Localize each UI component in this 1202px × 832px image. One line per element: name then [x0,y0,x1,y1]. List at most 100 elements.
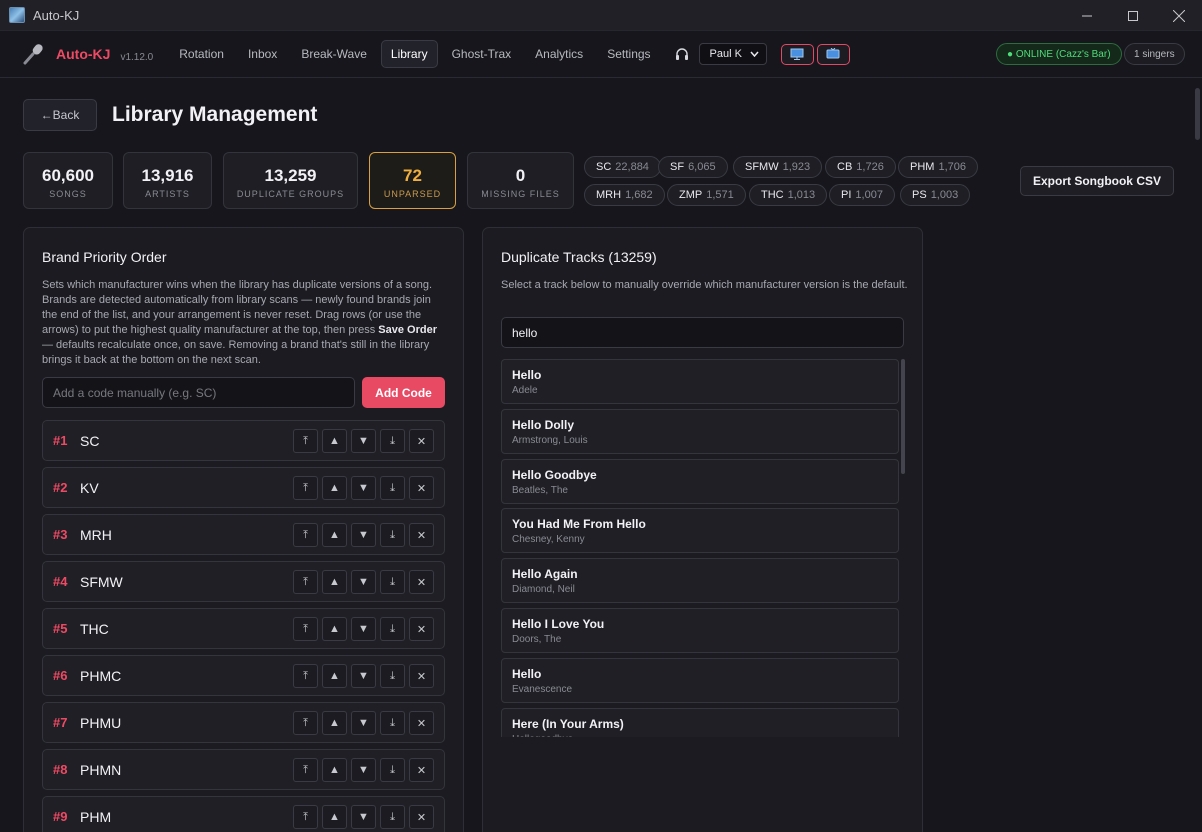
duplicate-track-item[interactable]: Hello I Love You Doors, The [501,608,899,653]
move-down-button[interactable]: ▼ [351,570,376,594]
tab-inbox[interactable]: Inbox [238,40,287,68]
brand-priority-row[interactable]: #6 PHMC ⤒ ▲ ▼ ⤓ ✕ [42,655,445,696]
tab-library[interactable]: Library [380,40,438,68]
move-top-button[interactable]: ⤒ [293,476,318,500]
brand-priority-row[interactable]: #2 KV ⤒ ▲ ▼ ⤓ ✕ [42,467,445,508]
window-title: Auto-KJ [33,7,80,23]
move-top-button[interactable]: ⤒ [293,711,318,735]
brand-priority-row[interactable]: #1 SC ⤒ ▲ ▼ ⤓ ✕ [42,420,445,461]
move-down-button[interactable]: ▼ [351,664,376,688]
remove-brand-button[interactable]: ✕ [409,429,434,453]
move-up-button[interactable]: ▲ [322,570,347,594]
stat-duplicate-groups[interactable]: 13,259 DUPLICATE GROUPS [223,152,358,209]
mic-icon [23,44,43,65]
brand-code: PHMC [80,667,122,684]
move-bottom-button[interactable]: ⤓ [380,523,405,547]
stat-unparsed[interactable]: 72 UNPARSED [369,152,456,209]
track-title: Hello Dolly [512,417,575,432]
move-top-button[interactable]: ⤒ [293,429,318,453]
remove-brand-button[interactable]: ✕ [409,805,434,829]
move-top-button[interactable]: ⤒ [293,758,318,782]
duplicate-track-item[interactable]: You Had Me From Hello Chesney, Kenny [501,508,899,554]
maximize-button[interactable] [1110,0,1156,31]
remove-brand-button[interactable]: ✕ [409,570,434,594]
move-up-button[interactable]: ▲ [322,664,347,688]
move-up-button[interactable]: ▲ [322,711,347,735]
close-icon [1173,9,1185,22]
stat-label: UNPARSED [383,189,442,199]
move-bottom-button[interactable]: ⤓ [380,711,405,735]
move-up-button[interactable]: ▲ [322,429,347,453]
move-up-button[interactable]: ▲ [322,805,347,829]
brand-code: PHM [80,808,112,825]
brand-priority-row[interactable]: #8 PHMN ⤒ ▲ ▼ ⤓ ✕ [42,749,445,790]
remove-brand-button[interactable]: ✕ [409,664,434,688]
remove-brand-button[interactable]: ✕ [409,617,434,641]
move-bottom-button[interactable]: ⤓ [380,805,405,829]
page-scrollbar[interactable] [1195,88,1200,140]
move-top-button[interactable]: ⤒ [293,664,318,688]
move-down-button[interactable]: ▼ [351,617,376,641]
add-code-input[interactable] [42,377,355,408]
move-top-button[interactable]: ⤒ [293,523,318,547]
row-controls: ⤒ ▲ ▼ ⤓ ✕ [289,805,434,829]
singer-display-button[interactable] [780,43,814,65]
brand-priority-row[interactable]: #4 SFMW ⤒ ▲ ▼ ⤓ ✕ [42,561,445,602]
brand-priority-row[interactable]: #3 MRH ⤒ ▲ ▼ ⤓ ✕ [42,514,445,555]
brand-priority-row[interactable]: #9 PHM ⤒ ▲ ▼ ⤓ ✕ [42,796,445,832]
duplicate-track-item[interactable]: Hello Adele [501,359,899,404]
minimize-button[interactable] [1064,0,1110,31]
remove-brand-button[interactable]: ✕ [409,523,434,547]
brand-chip: PI 1,007 [829,184,895,206]
brand-priority-row[interactable]: #7 PHMU ⤒ ▲ ▼ ⤓ ✕ [42,702,445,743]
move-bottom-button[interactable]: ⤓ [380,429,405,453]
move-bottom-button[interactable]: ⤓ [380,664,405,688]
move-top-button[interactable]: ⤒ [293,805,318,829]
move-up-button[interactable]: ▲ [322,617,347,641]
duplicate-tracks-panel: Duplicate Tracks (13259) Select a track … [482,227,923,832]
duplicate-track-list[interactable]: Here (In Your Arms) Hellogoodbye Hello Evan… [501,359,905,737]
move-bottom-button[interactable]: ⤓ [380,758,405,782]
move-down-button[interactable]: ▼ [351,476,376,500]
remove-brand-button[interactable]: ✕ [409,711,434,735]
brand-chip: PS 1,003 [900,184,971,206]
remove-brand-button[interactable]: ✕ [409,476,434,500]
back-button[interactable]: ←Back [23,99,97,131]
move-down-button[interactable]: ▼ [351,429,376,453]
close-window-button[interactable] [1156,0,1202,31]
move-down-button[interactable]: ▼ [351,805,376,829]
move-up-button[interactable]: ▲ [322,758,347,782]
move-up-button[interactable]: ▲ [322,523,347,547]
move-bottom-button[interactable]: ⤓ [380,570,405,594]
stat-missing-files[interactable]: 0 MISSING FILES [467,152,574,209]
move-top-button[interactable]: ⤒ [293,617,318,641]
tv-display-button[interactable] [816,43,850,65]
tab-ghost-trax[interactable]: Ghost-Trax [442,40,522,68]
move-bottom-button[interactable]: ⤓ [380,476,405,500]
add-code-button[interactable]: Add Code [362,377,445,408]
duplicate-track-item[interactable]: Here (In Your Arms) Hellogoodbye [501,707,899,737]
brand-rank: #5 [53,621,68,636]
duplicate-track-item[interactable]: Hello Again Diamond, Neil [501,558,899,604]
move-down-button[interactable]: ▼ [351,711,376,735]
remove-brand-button[interactable]: ✕ [409,758,434,782]
duplicate-track-item[interactable]: Hello Evanescence [501,657,899,703]
kj-user-select[interactable]: Paul K [698,43,767,65]
move-down-button[interactable]: ▼ [351,523,376,547]
brand-rank: #6 [53,668,68,683]
tab-rotation[interactable]: Rotation [169,40,234,68]
duplicate-track-item[interactable]: Hello Goodbye Beatles, The [501,458,899,504]
move-up-button[interactable]: ▲ [322,476,347,500]
track-list-scrollbar[interactable] [901,359,905,474]
duplicate-search-input[interactable] [501,317,904,348]
tab-analytics[interactable]: Analytics [525,40,593,68]
brand-priority-row[interactable]: #5 THC ⤒ ▲ ▼ ⤓ ✕ [42,608,445,649]
track-artist: Evanescence [512,683,573,695]
duplicate-track-item[interactable]: Hello Dolly Armstrong, Louis [501,408,899,454]
move-top-button[interactable]: ⤒ [293,570,318,594]
tab-break-wave[interactable]: Break-Wave [291,40,377,68]
move-bottom-button[interactable]: ⤓ [380,617,405,641]
move-down-button[interactable]: ▼ [351,758,376,782]
export-songbook-button[interactable]: Export Songbook CSV [1020,166,1174,196]
tab-settings[interactable]: Settings [597,40,660,68]
